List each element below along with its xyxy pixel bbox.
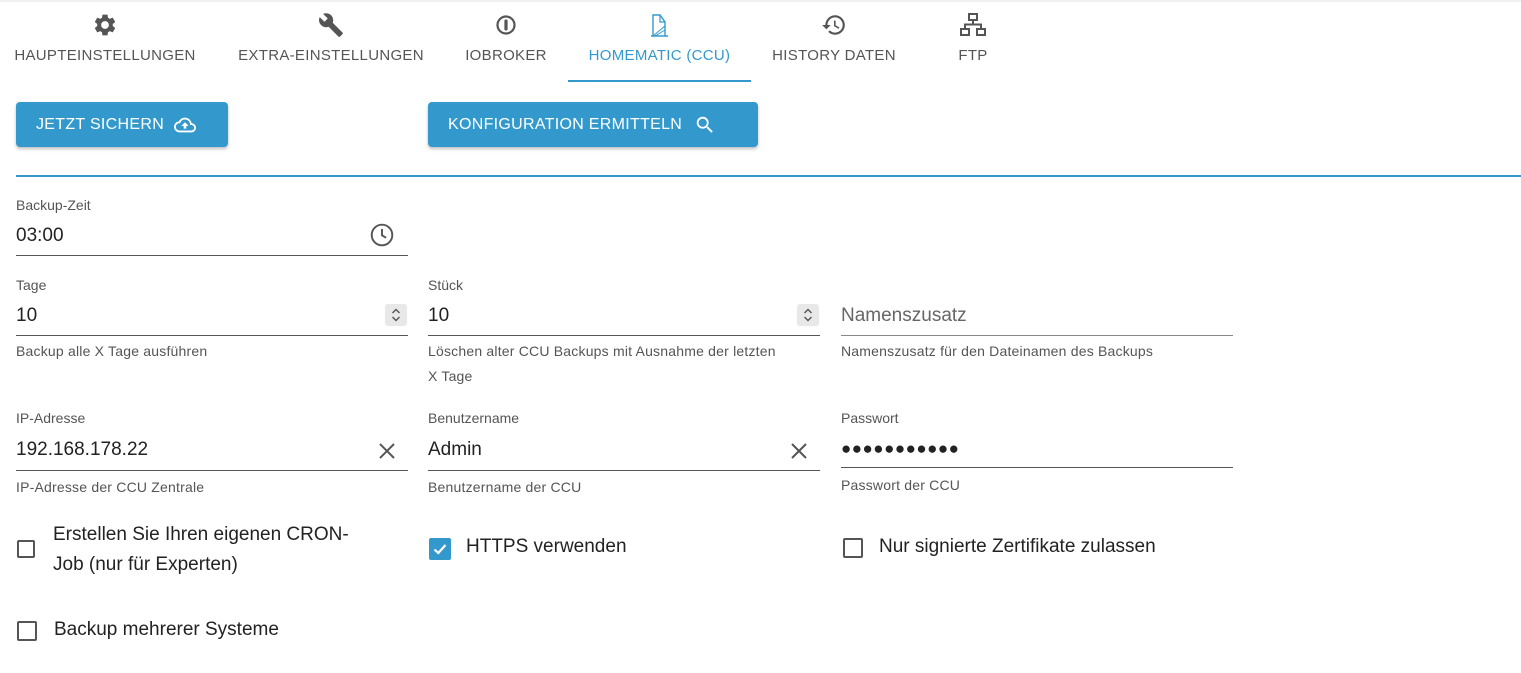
- backup-time-label: Backup-Zeit: [16, 197, 91, 213]
- days-stepper[interactable]: [385, 304, 407, 326]
- multi-system-checkbox[interactable]: Backup mehrerer Systeme: [17, 615, 279, 645]
- username-value[interactable]: Admin: [428, 439, 482, 461]
- tab-iobroker[interactable]: IOBROKER: [446, 0, 566, 82]
- name-suffix-placeholder[interactable]: Namenszusatz: [841, 305, 967, 327]
- tab-homematic-ccu[interactable]: HOMEMATIC (CCU): [568, 0, 751, 82]
- tab-label: HAUPTEINSTELLUNGEN: [14, 47, 196, 64]
- detect-config-label: KONFIGURATION ERMITTELN: [448, 115, 683, 133]
- password-field[interactable]: Passwort ●●●●●●●●●●● Passwort der CCU: [841, 409, 1233, 499]
- field-underline: [16, 255, 408, 256]
- days-label: Tage: [16, 277, 47, 293]
- pieces-field[interactable]: Stück 10 Löschen alter CCU Backups mit A…: [428, 276, 820, 386]
- ip-address-label: IP-Adresse: [16, 410, 86, 426]
- wrench-icon: [318, 11, 344, 39]
- field-underline: [428, 470, 820, 471]
- tab-label: HISTORY DATEN: [772, 47, 896, 64]
- own-cron-label-line1: Erstellen Sie Ihren eigenen CRON-: [53, 524, 349, 545]
- checkbox-box[interactable]: [429, 538, 451, 560]
- own-cron-label: Erstellen Sie Ihren eigenen CRON- Job (n…: [53, 520, 349, 580]
- section-divider: [16, 175, 1521, 177]
- password-label: Passwort: [841, 410, 899, 426]
- https-checkbox[interactable]: HTTPS verwenden: [429, 532, 627, 562]
- field-underline: [16, 470, 408, 471]
- tab-ftp[interactable]: FTP: [932, 0, 1014, 82]
- pieces-label: Stück: [428, 277, 464, 293]
- history-icon: [821, 11, 847, 39]
- pieces-value[interactable]: 10: [428, 305, 449, 327]
- signed-certs-label: Nur signierte Zertifikate zulassen: [879, 536, 1156, 557]
- checkbox-box[interactable]: [17, 621, 37, 641]
- tab-label: HOMEMATIC (CCU): [588, 47, 731, 64]
- https-label: HTTPS verwenden: [466, 536, 627, 557]
- tab-label: IOBROKER: [465, 47, 547, 64]
- username-help: Benutzername der CCU: [428, 479, 582, 495]
- field-underline: [16, 335, 408, 336]
- tab-history-daten[interactable]: HISTORY DATEN: [760, 0, 908, 82]
- cloud-upload-icon: [172, 114, 198, 136]
- signed-certs-checkbox[interactable]: Nur signierte Zertifikate zulassen: [843, 532, 1156, 562]
- name-suffix-field[interactable]: Namenszusatz Namenszusatz für den Datein…: [841, 276, 1233, 366]
- multi-system-label: Backup mehrerer Systeme: [54, 619, 279, 640]
- pieces-stepper[interactable]: [797, 304, 819, 326]
- days-help: Backup alle X Tage ausführen: [16, 343, 208, 359]
- days-field[interactable]: Tage 10 Backup alle X Tage ausführen: [16, 276, 408, 386]
- active-tab-indicator: [568, 80, 751, 82]
- tab-label: EXTRA-EINSTELLUNGEN: [238, 47, 424, 64]
- ip-address-value[interactable]: 192.168.178.22: [16, 439, 148, 461]
- checkmark-icon: [433, 544, 447, 555]
- ip-address-field[interactable]: IP-Adresse 192.168.178.22 IP-Adresse der…: [16, 409, 408, 499]
- gear-icon: [92, 11, 118, 39]
- clock-icon[interactable]: [368, 221, 396, 249]
- detect-config-button[interactable]: KONFIGURATION ERMITTELN: [428, 102, 758, 147]
- clear-username-icon[interactable]: [786, 438, 812, 464]
- ip-address-help: IP-Adresse der CCU Zentrale: [16, 479, 205, 495]
- checkbox-box[interactable]: [843, 538, 863, 558]
- backup-now-button[interactable]: JETZT SICHERN: [16, 102, 228, 147]
- tab-haupteinstellungen[interactable]: HAUPTEINSTELLUNGEN: [0, 0, 210, 82]
- username-label: Benutzername: [428, 410, 520, 426]
- password-help: Passwort der CCU: [841, 477, 961, 493]
- name-suffix-help: Namenszusatz für den Dateinamen des Back…: [841, 343, 1154, 359]
- password-value[interactable]: ●●●●●●●●●●●: [841, 439, 959, 459]
- field-underline: [428, 335, 820, 336]
- backup-time-value[interactable]: 03:00: [16, 225, 64, 247]
- field-underline: [841, 467, 1233, 468]
- pieces-help-line2: X Tage: [428, 368, 473, 384]
- own-cron-checkbox[interactable]: Erstellen Sie Ihren eigenen CRON- Job (n…: [17, 520, 349, 580]
- own-cron-label-line2: Job (nur für Experten): [53, 554, 238, 575]
- tab-label: FTP: [958, 47, 988, 64]
- tab-extra-einstellungen[interactable]: EXTRA-EINSTELLUNGEN: [226, 0, 436, 82]
- field-underline: [841, 335, 1233, 336]
- clear-ip-icon[interactable]: [374, 438, 400, 464]
- tab-bar: HAUPTEINSTELLUNGEN EXTRA-EINSTELLUNGEN I…: [0, 0, 1521, 84]
- backup-now-label: JETZT SICHERN: [36, 115, 165, 133]
- network-icon: [959, 11, 987, 39]
- backup-time-field[interactable]: Backup-Zeit 03:00: [16, 196, 408, 256]
- homematic-icon: [649, 11, 671, 39]
- pieces-help-line1: Löschen alter CCU Backups mit Ausnahme d…: [428, 343, 776, 359]
- checkbox-box[interactable]: [17, 540, 35, 558]
- search-icon: [694, 114, 716, 136]
- username-field[interactable]: Benutzername Admin Benutzername der CCU: [428, 409, 820, 499]
- days-value[interactable]: 10: [16, 305, 37, 327]
- iobroker-icon: [494, 11, 518, 39]
